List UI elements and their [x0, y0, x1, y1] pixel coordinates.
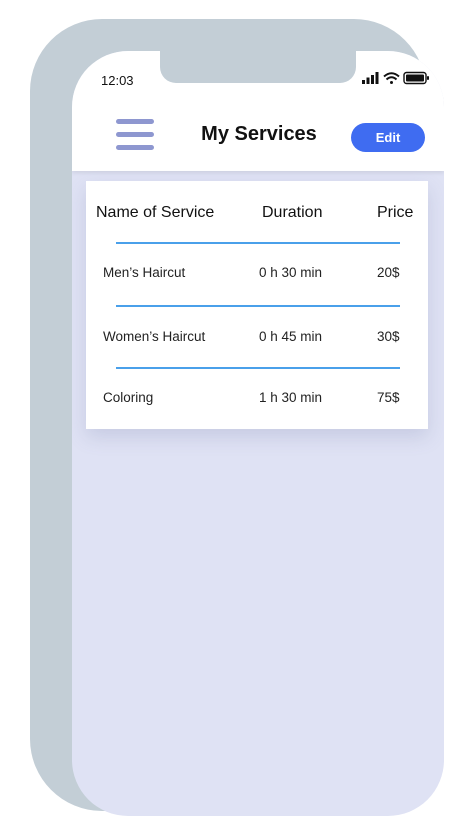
service-duration: 0 h 30 min	[259, 265, 323, 280]
service-name: Women’s Haircut	[103, 329, 206, 344]
service-name: Coloring	[103, 390, 154, 405]
menu-bar	[116, 145, 154, 150]
service-price: 30$	[377, 329, 400, 344]
service-duration: 1 h 30 min	[259, 390, 323, 405]
column-header-duration: Duration	[262, 204, 323, 221]
battery-icon	[403, 71, 429, 85]
app-screen: 12:03 My Services Edit Name of Service D…	[72, 51, 444, 816]
service-name: Men’s Haircut	[103, 265, 186, 280]
phone-frame: 12:03 My Services Edit Name of Service D…	[30, 19, 444, 816]
device-notch	[160, 51, 356, 83]
page-title: My Services	[201, 123, 317, 145]
row-divider	[116, 367, 400, 369]
status-time: 12:03	[101, 73, 134, 88]
services-table: Name of Service Duration Price Men’s Hai…	[86, 181, 428, 429]
column-header-name: Name of Service	[96, 204, 215, 221]
row-divider	[116, 242, 400, 244]
service-duration: 0 h 45 min	[259, 329, 323, 344]
status-icons	[362, 71, 429, 85]
hamburger-menu-icon[interactable]	[116, 119, 154, 151]
wifi-icon	[383, 72, 400, 84]
row-divider	[116, 305, 400, 307]
menu-bar	[116, 119, 154, 124]
app-header: 12:03 My Services Edit	[72, 51, 444, 171]
edit-button[interactable]: Edit	[351, 123, 425, 152]
service-price: 20$	[377, 265, 400, 280]
column-header-price: Price	[377, 204, 414, 221]
service-price: 75$	[377, 390, 400, 405]
menu-bar	[116, 132, 154, 137]
signal-icon	[362, 72, 379, 84]
